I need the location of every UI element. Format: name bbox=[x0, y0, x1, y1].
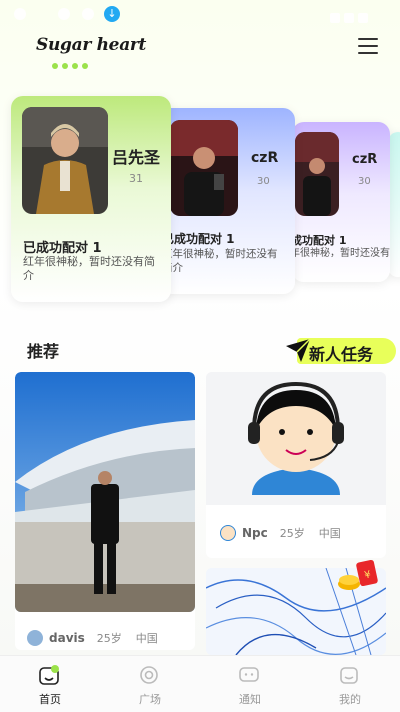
tab-label: 广场 bbox=[139, 693, 161, 706]
tab-label: 首页 bbox=[39, 693, 61, 706]
feed-card[interactable]: davis 25岁 中国 bbox=[15, 372, 195, 650]
status-icon bbox=[82, 8, 94, 20]
author-location: 中国 bbox=[318, 527, 341, 540]
red-packet-icon[interactable]: ¥ bbox=[336, 558, 382, 594]
status-bar: ↓ bbox=[0, 0, 400, 30]
post-author: Npc 25岁 中国 bbox=[220, 525, 355, 541]
post-image bbox=[206, 372, 386, 505]
post-image bbox=[15, 372, 195, 612]
match-desc: 红年很神秘，暂时还没有简介 bbox=[162, 248, 278, 274]
message-icon bbox=[239, 667, 259, 682]
match-desc: 红年很神秘，暂时还没有简介 bbox=[292, 248, 390, 259]
task-label: 新人任务 bbox=[309, 345, 374, 364]
new-user-task-button[interactable]: 新人任务 bbox=[283, 336, 396, 366]
profile-icon bbox=[340, 667, 358, 684]
status-indicators bbox=[326, 8, 376, 23]
logo-decoration bbox=[52, 54, 112, 69]
match-age: 30 bbox=[358, 176, 371, 187]
app-logo: Sugar heart bbox=[36, 35, 147, 55]
avatar bbox=[27, 630, 43, 646]
avatar bbox=[220, 525, 236, 541]
home-icon bbox=[39, 665, 59, 685]
download-icon: ↓ bbox=[104, 6, 120, 22]
section-title: 推荐 bbox=[27, 342, 60, 361]
feed-card[interactable]: Npc 25岁 中国 bbox=[206, 372, 386, 558]
tab-plaza[interactable]: 广场 bbox=[100, 656, 200, 712]
match-desc: 红年很神秘，暂时还没有简介 bbox=[23, 255, 155, 283]
match-age: 31 bbox=[129, 172, 143, 185]
author-age: 25岁 bbox=[279, 527, 305, 540]
tab-home[interactable]: 首页 bbox=[0, 656, 100, 712]
author-name: davis bbox=[49, 631, 85, 645]
author-location: 中国 bbox=[135, 632, 158, 645]
status-icon bbox=[58, 8, 70, 20]
bottom-tab-bar: 首页 广场 通知 我的 bbox=[0, 655, 400, 712]
tab-label: 通知 bbox=[239, 693, 261, 706]
profile-photo bbox=[22, 107, 108, 214]
author-name: Npc bbox=[242, 526, 268, 540]
profile-photo bbox=[295, 132, 339, 216]
tab-label: 我的 bbox=[339, 693, 361, 706]
menu-icon[interactable] bbox=[358, 38, 378, 54]
match-age: 30 bbox=[257, 176, 270, 187]
match-card[interactable]: 吕先圣 31 已成功配对 1 红年很神秘，暂时还没有简介 bbox=[11, 96, 171, 302]
match-card[interactable]: czR 30 已成功配对 1 红年很神秘，暂时还没有简介 bbox=[292, 122, 390, 282]
profile-photo bbox=[170, 120, 238, 216]
author-age: 25岁 bbox=[96, 632, 122, 645]
tab-notifications[interactable]: 通知 bbox=[200, 656, 300, 712]
match-name: czR bbox=[352, 152, 378, 167]
match-name: 吕先圣 bbox=[112, 148, 161, 167]
match-name: czR bbox=[251, 150, 279, 166]
post-author: davis 25岁 中国 bbox=[27, 630, 172, 646]
match-card[interactable]: czR 30 已成功配对 1 红年很神秘，暂时还没有简介 bbox=[150, 108, 295, 294]
match-status: 已成功配对 1 bbox=[292, 234, 347, 247]
match-carousel[interactable]: czR 30 已成功配对 1 红年很神秘，暂时还没有简介 czR 30 已成功配… bbox=[0, 92, 400, 312]
match-status: 已成功配对 1 bbox=[23, 241, 102, 256]
status-icon bbox=[14, 8, 26, 20]
match-status: 已成功配对 1 bbox=[162, 232, 235, 246]
tab-profile[interactable]: 我的 bbox=[300, 656, 400, 712]
plaza-icon bbox=[140, 666, 158, 684]
